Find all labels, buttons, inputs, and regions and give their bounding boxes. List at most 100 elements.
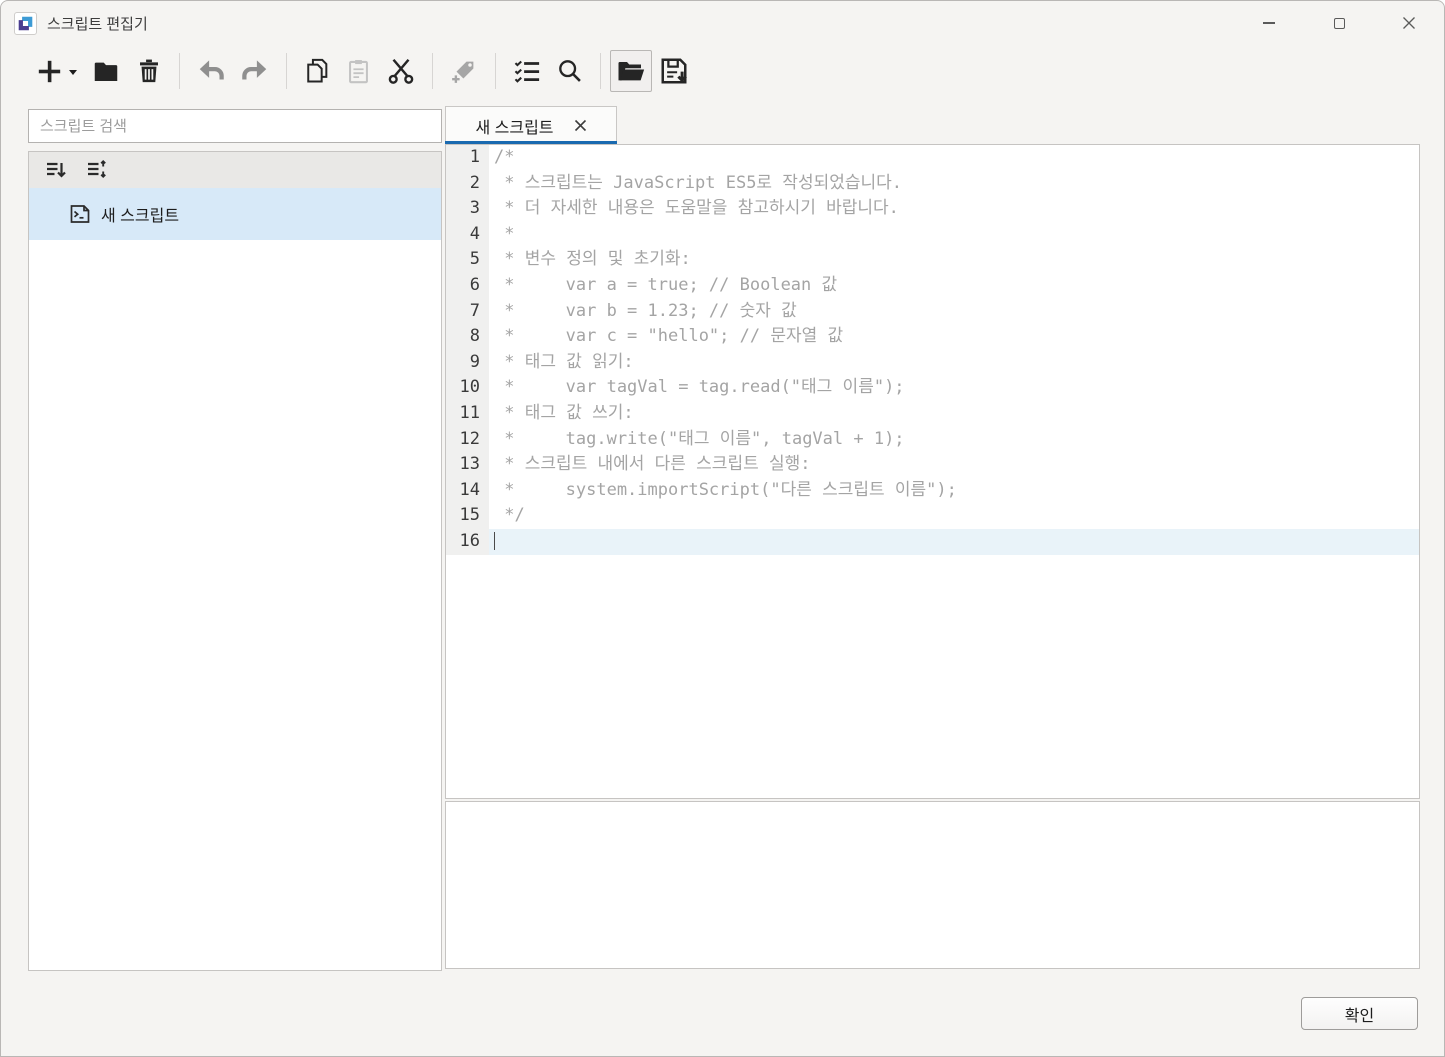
window-title: 스크립트 편집기 [47,13,148,34]
minimize-button[interactable] [1234,1,1304,45]
sort-order-button[interactable] [83,156,111,184]
code-text: * 변수 정의 및 초기화: [489,247,1419,273]
line-number: 10 [446,375,489,401]
line-number: 7 [446,299,489,325]
text-cursor [494,532,495,550]
maximize-icon [1334,18,1345,29]
close-button[interactable] [1374,1,1444,45]
line-number: 3 [446,196,489,222]
line-number: 13 [446,452,489,478]
tab-label: 새 스크립트 [475,114,553,138]
maximize-button[interactable] [1304,1,1374,45]
code-line[interactable]: 9 * 태그 값 읽기: [446,350,1419,376]
dropdown-caret-icon [69,70,77,75]
line-number: 11 [446,401,489,427]
close-icon [1402,16,1416,30]
search-input[interactable] [28,109,442,143]
output-panel [445,801,1420,969]
line-number: 5 [446,247,489,273]
export-script-button[interactable] [652,49,696,93]
line-number: 1 [446,145,489,171]
add-script-icon [36,58,63,85]
code-text: /* [489,145,1419,171]
script-list-item[interactable]: 새 스크립트 [29,188,441,240]
line-number: 2 [446,171,489,197]
check-script-button[interactable] [505,49,549,93]
open-folder-button[interactable] [84,49,128,93]
script-file-icon [69,203,91,225]
cut-icon [386,56,416,86]
code-line[interactable]: 10 * var tagVal = tag.read("태그 이름"); [446,375,1419,401]
code-line[interactable]: 12 * tag.write("태그 이름", tagVal + 1); [446,427,1419,453]
code-line[interactable]: 15 */ [446,503,1419,529]
code-line[interactable]: 11 * 태그 값 쓰기: [446,401,1419,427]
line-number: 9 [446,350,489,376]
tab-new-script[interactable]: 새 스크립트 [445,106,617,144]
code-line[interactable]: 4 * [446,222,1419,248]
line-number: 15 [446,503,489,529]
code-line[interactable]: 6 * var a = true; // Boolean 값 [446,273,1419,299]
code-line[interactable]: 7 * var b = 1.23; // 숫자 값 [446,299,1419,325]
code-text: * 스크립트는 JavaScript ES5로 작성되었습니다. [489,171,1419,197]
script-item-label: 새 스크립트 [101,202,179,226]
find-button[interactable] [549,49,591,93]
sort-descending-icon [44,158,68,182]
code-line[interactable]: 8 * var c = "hello"; // 문자열 값 [446,324,1419,350]
code-text: */ [489,503,1419,529]
toolbar-separator [432,53,433,89]
titlebar: 스크립트 편집기 [1,1,1444,46]
toolbar-separator [495,53,496,89]
paste-button[interactable] [338,49,379,93]
app-logo-icon [14,12,37,35]
toolbar-separator [600,53,601,89]
line-number: 14 [446,478,489,504]
copy-icon [303,57,331,85]
close-icon [574,119,587,132]
sidebar: 새 스크립트 [28,109,442,971]
minimize-icon [1263,22,1275,24]
toolbar-separator [179,53,180,89]
line-number: 4 [446,222,489,248]
export-script-icon [659,56,689,86]
toolbar-separator [286,53,287,89]
code-line[interactable]: 14 * system.importScript("다른 스크립트 이름"); [446,478,1419,504]
code-line[interactable]: 3 * 더 자세한 내용은 도움말을 참고하시기 바랍니다. [446,196,1419,222]
line-number: 8 [446,324,489,350]
code-line[interactable]: 16 [446,529,1419,555]
delete-icon [135,57,163,85]
undo-button[interactable] [189,49,233,93]
sort-bar [29,152,441,188]
code-line[interactable]: 1/* [446,145,1419,171]
delete-button[interactable] [128,49,170,93]
cut-button[interactable] [379,49,423,93]
code-text: * tag.write("태그 이름", tagVal + 1); [489,427,1419,453]
ok-button[interactable]: 확인 [1301,997,1418,1030]
script-editor-window: 스크립트 편집기 [0,0,1445,1057]
code-line[interactable]: 2 * 스크립트는 JavaScript ES5로 작성되었습니다. [446,171,1419,197]
active-tab-indicator [445,141,617,144]
code-text: * var tagVal = tag.read("태그 이름"); [489,375,1419,401]
tab-bar: 새 스크립트 [445,106,1420,144]
code-text: * var a = true; // Boolean 값 [489,273,1419,299]
import-script-button[interactable] [610,50,652,92]
code-text: * 태그 값 쓰기: [489,401,1419,427]
line-number: 12 [446,427,489,453]
add-tag-button[interactable] [442,49,486,93]
code-line[interactable]: 5 * 변수 정의 및 초기화: [446,247,1419,273]
code-editor[interactable]: 1/*2 * 스크립트는 JavaScript ES5로 작성되었습니다.3 *… [445,144,1420,799]
redo-button[interactable] [233,49,277,93]
add-tag-icon [449,56,479,86]
toolbar [1,46,1444,96]
copy-button[interactable] [296,49,338,93]
code-text: * 스크립트 내에서 다른 스크립트 실행: [489,452,1419,478]
import-script-icon [616,56,646,86]
code-text: * [489,222,1419,248]
code-line[interactable]: 13 * 스크립트 내에서 다른 스크립트 실행: [446,452,1419,478]
code-text: * 더 자세한 내용은 도움말을 참고하시기 바랍니다. [489,196,1419,222]
tab-close-button[interactable] [574,119,587,132]
checklist-icon [512,56,542,86]
paste-icon [345,58,372,85]
code-text: * var c = "hello"; // 문자열 값 [489,324,1419,350]
add-script-button[interactable] [29,49,84,93]
sort-descending-button[interactable] [42,156,70,184]
